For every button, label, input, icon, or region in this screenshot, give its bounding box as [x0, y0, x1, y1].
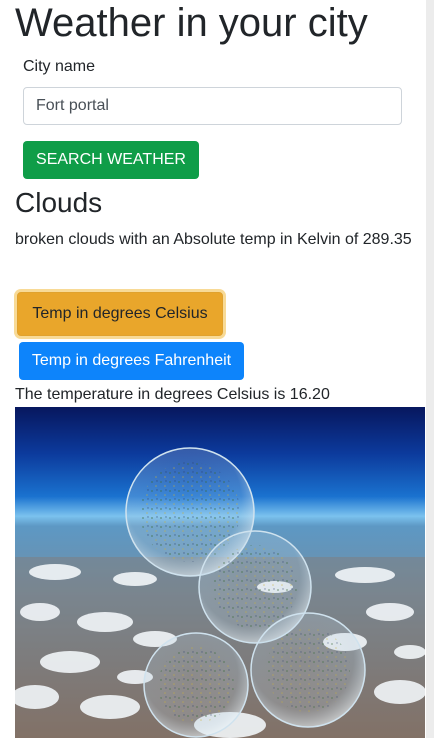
- page-title: Weather in your city: [15, 1, 368, 45]
- sky-bubbles-image: [15, 407, 425, 738]
- weather-photo: [15, 407, 425, 738]
- scrollbar-track[interactable]: [426, 0, 434, 738]
- weather-page: Weather in your city City name SEARCH WE…: [0, 0, 426, 738]
- celsius-button[interactable]: Temp in degrees Celsius: [17, 292, 223, 336]
- fahrenheit-button[interactable]: Temp in degrees Fahrenheit: [19, 342, 244, 380]
- temperature-result: The temperature in degrees Celsius is 16…: [15, 386, 330, 403]
- city-name-input[interactable]: [23, 87, 402, 125]
- weather-description: broken clouds with an Absolute temp in K…: [15, 231, 412, 248]
- weather-main-heading: Clouds: [15, 187, 103, 218]
- city-name-label: City name: [23, 58, 96, 75]
- search-weather-button[interactable]: SEARCH WEATHER: [23, 141, 199, 179]
